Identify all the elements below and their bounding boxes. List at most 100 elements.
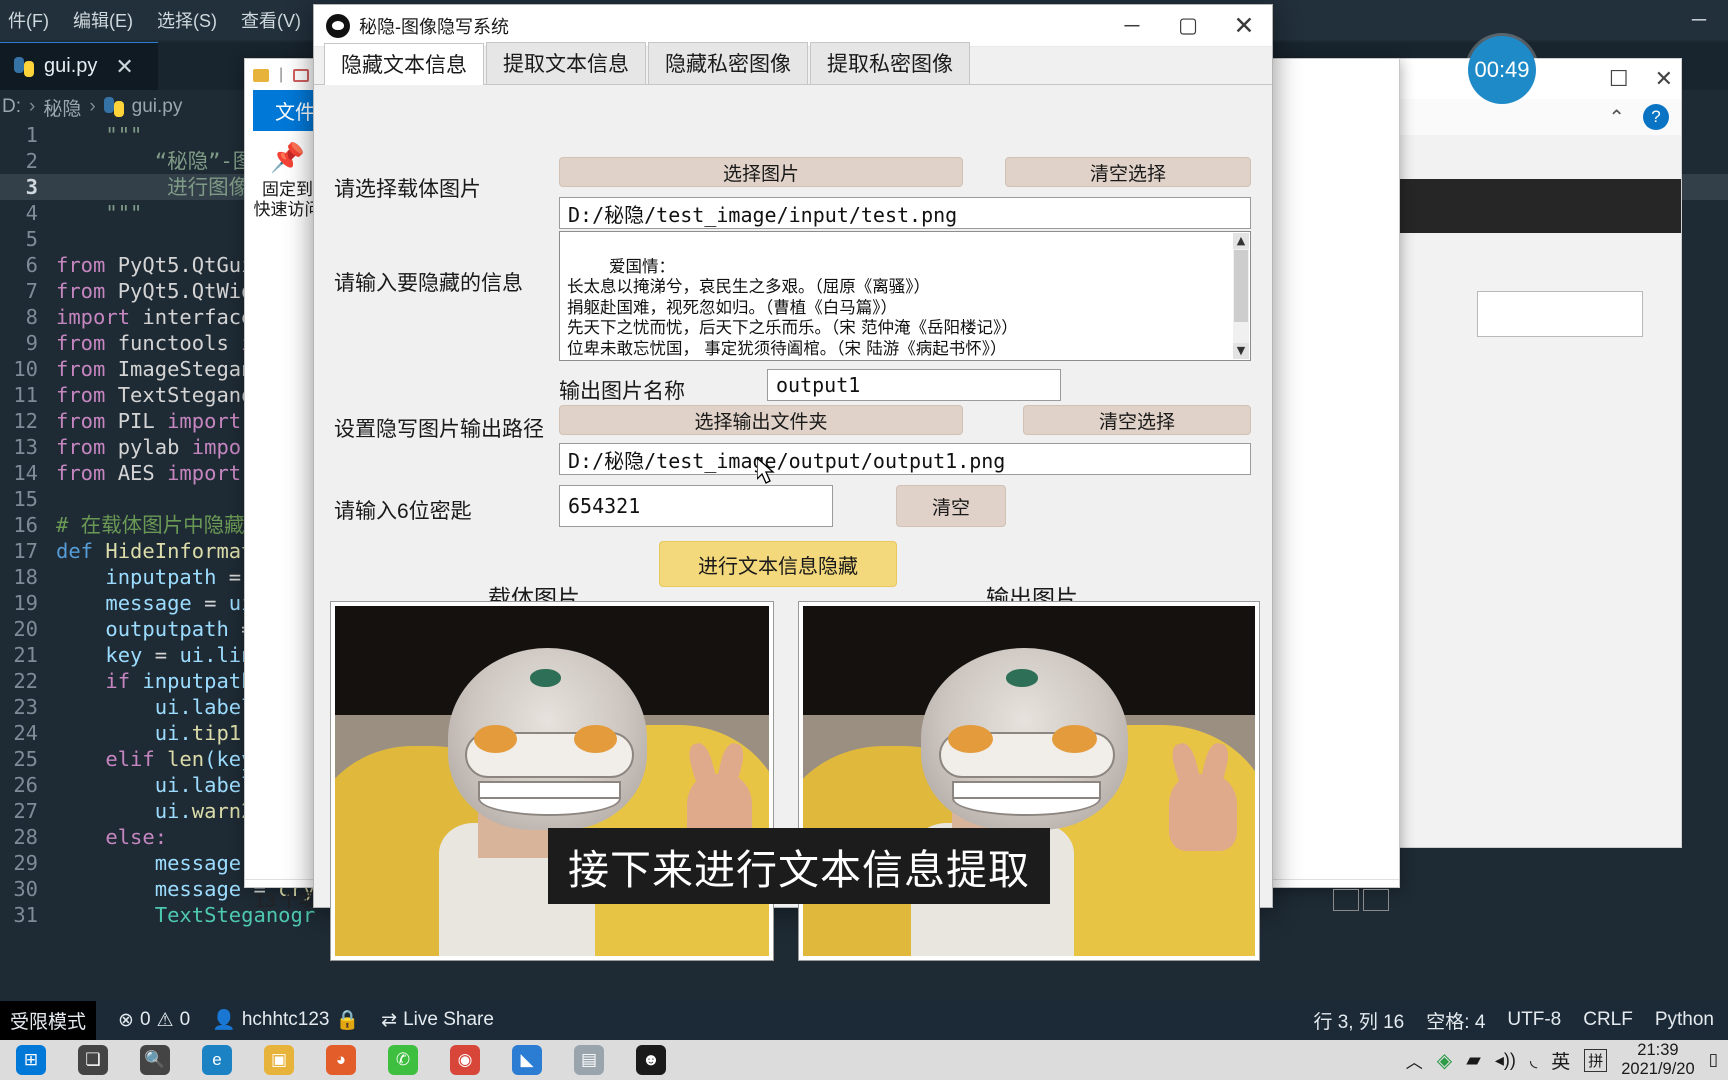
- breadcrumb-drive[interactable]: D:: [2, 96, 21, 118]
- app-tab-0[interactable]: 隐藏文本信息: [324, 43, 484, 85]
- code-text: from pylab import: [56, 435, 266, 459]
- line-number: 19: [13, 591, 38, 615]
- start-button: ⊞: [16, 1045, 46, 1075]
- vscode-taskbar-button[interactable]: ◣: [496, 1040, 558, 1080]
- code-text: elif len(key: [56, 747, 254, 771]
- hide-text-information-button[interactable]: 进行文本信息隐藏: [659, 541, 897, 587]
- line-number: 28: [13, 825, 38, 849]
- system-tray: ︿ ◈ ▰ ◂)) ◟ 英 拼 21:39 2021/9/20 ▯: [1406, 1041, 1728, 1079]
- app-title: 秘隐-图像隐写系统: [359, 16, 509, 37]
- code-text: """: [56, 123, 143, 147]
- output-name-input[interactable]: output1: [767, 369, 1061, 401]
- start-taskbar-button[interactable]: ⊞: [0, 1040, 62, 1080]
- chevron-up-icon[interactable]: ⌃: [1608, 105, 1625, 130]
- code-text: ui.label_: [56, 773, 266, 797]
- network-icon[interactable]: ◟: [1530, 1049, 1537, 1072]
- app-maximize-button[interactable]: ▢: [1160, 5, 1216, 47]
- right-window-input[interactable]: [1477, 291, 1643, 337]
- folder-taskbar-button[interactable]: ▤: [558, 1040, 620, 1080]
- app-tab-3[interactable]: 提取私密图像: [810, 42, 970, 84]
- miyin-steganography-window[interactable]: 秘隐-图像隐写系统 ─ ▢ ✕ 隐藏文本信息 提取文本信息 隐藏私密图像 提取私密图像…: [313, 4, 1273, 961]
- notifications-icon[interactable]: ▯: [1709, 1050, 1718, 1070]
- file-explorer-taskbar-button[interactable]: ▣: [248, 1040, 310, 1080]
- status-eol[interactable]: CRLF: [1583, 1009, 1633, 1031]
- ime-mode-icon[interactable]: 拼: [1584, 1048, 1608, 1072]
- line-number: 24: [13, 721, 38, 745]
- large-icons-view-icon[interactable]: [1363, 888, 1389, 911]
- right-window-close-button[interactable]: ✕: [1655, 66, 1673, 92]
- carrier-image-preview[interactable]: [330, 601, 774, 961]
- python-file-icon: [14, 56, 34, 77]
- code-text: from TextSteganog: [56, 383, 266, 407]
- battery-icon[interactable]: ▰: [1466, 1049, 1481, 1072]
- vscode-minimize-button[interactable]: ─: [1670, 0, 1728, 40]
- menu-file[interactable]: 件(F): [4, 5, 53, 35]
- close-icon[interactable]: ✕: [115, 54, 133, 80]
- code-text: message = ui: [56, 591, 254, 615]
- app-content: 请选择载体图片 选择图片 清空选择 D:/秘隐/test_image/input…: [314, 85, 1272, 961]
- status-live-share[interactable]: ⇄ Live Share: [381, 1009, 494, 1032]
- details-view-icon[interactable]: [1333, 888, 1359, 911]
- chevron-right-icon: ›: [29, 96, 36, 117]
- volume-icon[interactable]: ◂)): [1495, 1050, 1516, 1071]
- message-textarea[interactable]: 爱国情： 长太息以掩涕兮，哀民生之多艰。（屈原《离骚》） 捐躯赴国难，视死忽如归…: [559, 231, 1251, 361]
- warning-count: 0: [179, 1009, 191, 1030]
- line-number: 26: [13, 773, 38, 797]
- app-tab-2[interactable]: 隐藏私密图像: [648, 42, 808, 84]
- taskbar-clock[interactable]: 21:39 2021/9/20: [1621, 1041, 1694, 1079]
- code-text: # 在载体图片中隐藏: [56, 513, 245, 537]
- wechat-taskbar-button[interactable]: ✆: [372, 1040, 434, 1080]
- app-minimize-button[interactable]: ─: [1104, 5, 1160, 47]
- task-view-taskbar-button[interactable]: ❏: [62, 1040, 124, 1080]
- scrollbar-thumb[interactable]: [1234, 250, 1248, 322]
- app-tab-1[interactable]: 提取文本信息: [486, 42, 646, 84]
- app-close-button[interactable]: ✕: [1216, 5, 1272, 47]
- scroll-up-icon[interactable]: ▲: [1233, 233, 1249, 249]
- status-indentation[interactable]: 空格: 4: [1426, 1007, 1485, 1034]
- edge-taskbar-button[interactable]: e: [186, 1040, 248, 1080]
- timer-value: 00:49: [1474, 57, 1530, 82]
- ime-language-icon[interactable]: 英: [1551, 1047, 1570, 1074]
- live-share-label: Live Share: [403, 1009, 494, 1030]
- recording-timer[interactable]: 00:49: [1468, 36, 1536, 104]
- select-carrier-image-button[interactable]: 选择图片: [559, 157, 963, 187]
- output-path-input[interactable]: D:/秘隐/test_image/output/output1.png: [559, 443, 1251, 475]
- folder-icon[interactable]: [253, 68, 269, 82]
- code-text: """: [56, 201, 143, 225]
- select-output-folder-button[interactable]: 选择输出文件夹: [559, 405, 963, 435]
- firefox-taskbar-button[interactable]: ◕: [310, 1040, 372, 1080]
- scroll-down-icon[interactable]: ▼: [1233, 343, 1249, 359]
- breadcrumb-folder[interactable]: 秘隐: [43, 94, 81, 121]
- menu-edit[interactable]: 编辑(E): [69, 5, 137, 35]
- status-encoding[interactable]: UTF-8: [1507, 1009, 1561, 1031]
- menu-view[interactable]: 查看(V): [237, 5, 305, 35]
- line-number: 21: [13, 643, 38, 667]
- chrome-taskbar-button[interactable]: ◉: [434, 1040, 496, 1080]
- checkbox-icon[interactable]: [293, 68, 310, 82]
- clear-key-button[interactable]: 清空: [896, 485, 1006, 527]
- security-shield-icon[interactable]: ◈: [1437, 1048, 1452, 1073]
- live-share-icon: ⇄: [381, 1009, 398, 1031]
- key-input[interactable]: 654321: [559, 485, 833, 527]
- right-window-maximize-button[interactable]: ☐: [1609, 66, 1629, 92]
- search-button: 🔍: [140, 1045, 170, 1075]
- tab-gui-py[interactable]: gui.py ✕: [0, 42, 158, 90]
- clear-carrier-selection-button[interactable]: 清空选择: [1005, 157, 1251, 187]
- status-restricted-mode[interactable]: 受限模式: [0, 1000, 97, 1040]
- message-scrollbar[interactable]: ▲ ▼: [1233, 233, 1249, 359]
- status-language-mode[interactable]: Python: [1655, 1009, 1714, 1031]
- carrier-path-input[interactable]: D:/秘隐/test_image/input/test.png: [559, 197, 1251, 229]
- chevron-up-icon-tray[interactable]: ︿: [1406, 1048, 1423, 1073]
- menu-selection[interactable]: 选择(S): [153, 5, 221, 35]
- breadcrumb-file[interactable]: gui.py: [132, 96, 183, 118]
- clear-output-selection-button[interactable]: 清空选择: [1023, 405, 1251, 435]
- miyin-app-taskbar-button[interactable]: ☻: [620, 1040, 682, 1080]
- status-cursor-position[interactable]: 行 3, 列 16: [1313, 1007, 1404, 1034]
- key-label: 请输入6位密匙: [334, 500, 472, 523]
- status-problems[interactable]: ⊗ 0 ⚠ 0: [118, 1009, 190, 1032]
- search-taskbar-button[interactable]: 🔍: [124, 1040, 186, 1080]
- help-icon[interactable]: ?: [1643, 104, 1669, 130]
- app-logo-icon: [326, 13, 350, 38]
- status-account[interactable]: 👤 hchhtc123 🔒: [212, 1008, 359, 1032]
- output-image-preview[interactable]: [798, 601, 1260, 961]
